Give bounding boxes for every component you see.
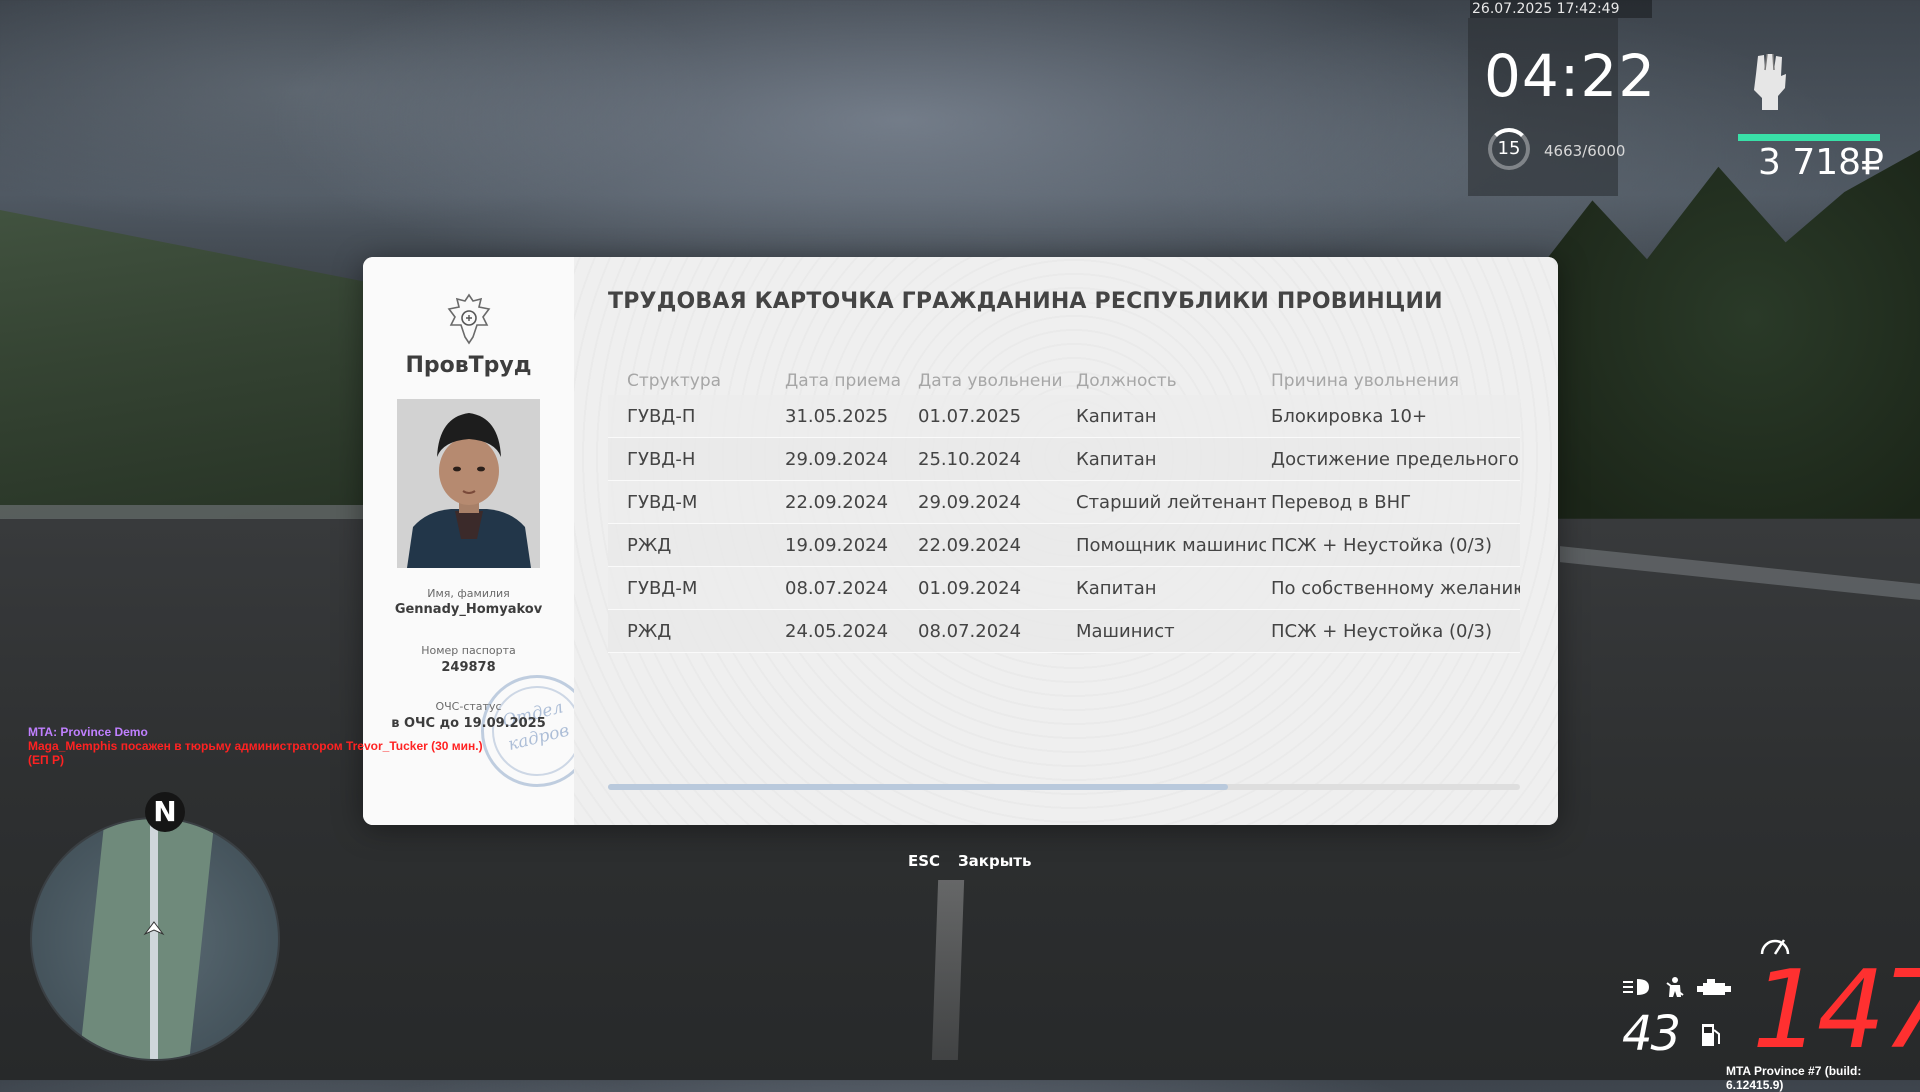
cell-reason: Достижение предельного кол [1271, 449, 1520, 470]
chat-line: MTA: Province Demo [28, 725, 148, 739]
hud-xp: 4663/6000 [1544, 142, 1626, 160]
speed-readout: 147 [1752, 948, 1920, 1073]
cell-reason: ПСЖ + Неустойка (0/3) [1271, 535, 1493, 556]
vehicle-status-icons [1623, 977, 1731, 997]
card-content: ТРУДОВАЯ КАРТОЧКА ГРАЖДАНИНА РЕСПУБЛИКИ … [574, 257, 1558, 825]
coat-of-arms-icon [447, 293, 491, 345]
horizontal-scrollbar[interactable] [608, 784, 1520, 790]
cell-reason: Блокировка 10+ [1271, 406, 1428, 427]
cell-position: Капитан [1076, 406, 1157, 427]
table-row: ГУВД-М 08.07.2024 01.09.2024 Капитан По … [608, 567, 1520, 610]
table-row: РЖД 24.05.2024 08.07.2024 Машинист ПСЖ +… [608, 610, 1520, 653]
fuel-pump-icon [1702, 1024, 1720, 1046]
name-value: Gennady_Homyakov [394, 602, 543, 617]
org-name: ПровТруд [405, 353, 532, 378]
fuel-readout: 43 [1622, 1006, 1681, 1062]
scrollbar-thumb[interactable] [608, 784, 1229, 790]
cell-structure: РЖД [627, 535, 672, 556]
cell-dismiss-date: 08.07.2024 [918, 621, 1022, 642]
cell-dismiss-date: 25.10.2024 [918, 449, 1022, 470]
esc-key-hint[interactable]: ESC [908, 852, 940, 870]
cell-dismiss-date: 01.09.2024 [918, 578, 1022, 599]
employment-table[interactable]: Структура Дата приема Дата увольнени Дол… [608, 365, 1520, 653]
cell-position: Машинист [1076, 621, 1175, 642]
column-header: Дата увольнени [918, 371, 1063, 391]
cell-position: Старший лейтенант [1076, 492, 1266, 513]
cell-position: Капитан [1076, 449, 1157, 470]
cell-reason: ПСЖ + Неустойка (0/3) [1271, 621, 1493, 642]
portrait-image [397, 399, 540, 568]
status-label: ОЧС-статус [435, 700, 502, 713]
cell-position: Помощник машинис [1076, 535, 1266, 556]
build-version: MTA Province #7 (build: 6.12415.9) [1726, 1064, 1862, 1092]
guard-rail-left [0, 505, 370, 519]
passport-value: 249878 [441, 660, 496, 675]
headlights-icon [1623, 979, 1649, 995]
name-label: Имя, фамилия [427, 587, 510, 600]
cell-hire-date: 31.05.2025 [785, 406, 889, 427]
passport-label: Номер паспорта [421, 644, 516, 657]
card-title: ТРУДОВАЯ КАРТОЧКА ГРАЖДАНИНА РЕСПУБЛИКИ … [608, 289, 1443, 314]
cell-dismiss-date: 01.07.2025 [918, 406, 1022, 427]
fist-icon [1754, 53, 1786, 110]
close-button[interactable]: Закрыть [958, 852, 1031, 870]
table-row: РЖД 19.09.2024 22.09.2024 Помощник машин… [608, 524, 1520, 567]
hud-time: 04:22 [1484, 42, 1657, 110]
hillside [0, 210, 420, 540]
cell-structure: ГУВД-М [627, 492, 698, 513]
cell-hire-date: 08.07.2024 [785, 578, 889, 599]
seatbelt-icon [1666, 977, 1684, 997]
table-body: ГУВД-П 31.05.2025 01.07.2025 Капитан Бло… [608, 395, 1520, 653]
hud-level: 15 [1497, 138, 1521, 159]
column-header: Структура [627, 371, 722, 391]
health-bar [1738, 134, 1880, 141]
citizen-photo [397, 399, 540, 568]
cell-structure: ГУВД-Н [627, 449, 696, 470]
hud-datetime: 26.07.2025 17:42:49 [1470, 0, 1652, 18]
cell-hire-date: 22.09.2024 [785, 492, 889, 513]
cell-dismiss-date: 22.09.2024 [918, 535, 1022, 556]
cell-dismiss-date: 29.09.2024 [918, 492, 1022, 513]
column-header: Должность [1076, 371, 1177, 391]
engine-icon [1697, 979, 1731, 995]
compass-north-icon: N [145, 792, 185, 832]
employment-card-dialog: ПровТруд Имя, фамилия Gennady_Homyakov Н… [363, 257, 1558, 825]
cell-structure: ГУВД-П [627, 406, 696, 427]
cell-hire-date: 24.05.2024 [785, 621, 889, 642]
cell-hire-date: 29.09.2024 [785, 449, 889, 470]
cell-reason: По собственному желанию [1271, 578, 1520, 599]
cell-position: Капитан [1076, 578, 1157, 599]
table-row: ГУВД-М 22.09.2024 29.09.2024 Старший лей… [608, 481, 1520, 524]
table-row: ГУВД-Н 29.09.2024 25.10.2024 Капитан Дос… [608, 438, 1520, 481]
cell-structure: РЖД [627, 621, 672, 642]
table-header: Структура Дата приема Дата увольнени Дол… [608, 365, 1520, 395]
table-row: ГУВД-П 31.05.2025 01.07.2025 Капитан Бло… [608, 395, 1520, 438]
cell-structure: ГУВД-М [627, 578, 698, 599]
column-header: Дата приема [785, 371, 902, 391]
chat-line: Maga_Memphis посажен в тюрьму администра… [28, 739, 483, 767]
player-arrow-icon [143, 921, 165, 936]
chat-box: MTA: Province Demo Maga_Memphis посажен … [28, 725, 498, 767]
column-header: Причина увольнения [1271, 371, 1459, 391]
cell-hire-date: 19.09.2024 [785, 535, 889, 556]
tree-line [1500, 150, 1920, 570]
hud-money: 3 718₽ [1758, 142, 1884, 183]
cell-reason: Перевод в ВНГ [1271, 492, 1412, 513]
